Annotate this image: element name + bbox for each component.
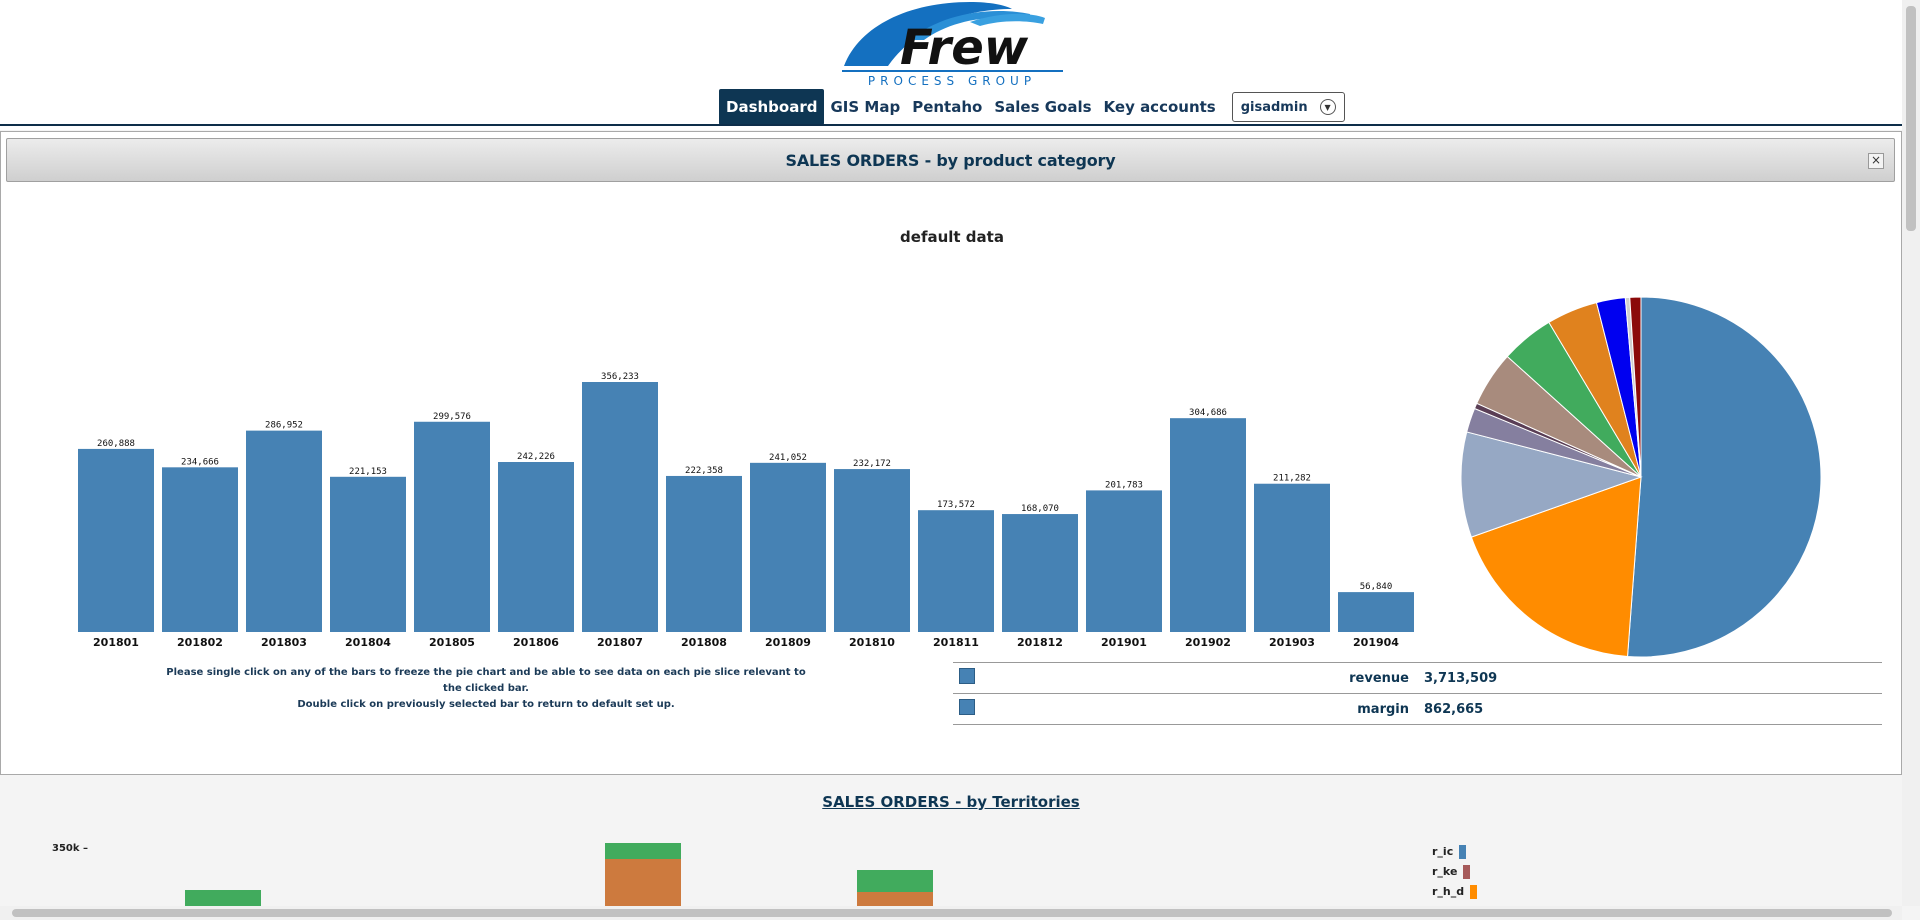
bar-value-label: 260,888 (97, 439, 135, 449)
bar-201804[interactable] (330, 476, 406, 632)
bar-value-label: 168,070 (1021, 504, 1059, 514)
x-tick-label: 201802 (177, 636, 223, 649)
x-tick-label: 201902 (1185, 636, 1231, 649)
territory-legend-item: r_ke (1432, 865, 1471, 879)
bar-value-label: 241,052 (769, 453, 807, 463)
nav-sales-goals[interactable]: Sales Goals (988, 89, 1097, 125)
header-divider (0, 124, 1902, 126)
x-tick-label: 201804 (345, 636, 391, 649)
legend-swatch (959, 668, 975, 684)
main-nav: Dashboard GIS Map Pentaho Sales Goals Ke… (719, 89, 1345, 125)
bar-value-label: 56,840 (1360, 582, 1393, 592)
territory-bar[interactable] (857, 870, 933, 892)
legend-row-revenue: revenue 3,713,509 (953, 662, 1882, 694)
x-tick-label: 201810 (849, 636, 895, 649)
territory-bar[interactable] (857, 892, 933, 906)
x-tick-label: 201903 (1269, 636, 1315, 649)
bar-value-label: 299,576 (433, 412, 471, 422)
frew-logo[interactable]: Frew PROCESS GROUP (840, 0, 1065, 90)
instruction-line-1: Please single click on any of the bars t… (166, 667, 806, 694)
x-tick-label: 201809 (765, 636, 811, 649)
vertical-scrollbar[interactable] (1902, 0, 1920, 906)
legend-row-margin: margin 862,665 (953, 693, 1882, 725)
legend-label: revenue (988, 662, 1423, 694)
sales-by-category-panel: SALES ORDERS - by product category × def… (0, 131, 1902, 775)
instruction-line-2: Double click on previously selected bar … (297, 699, 675, 710)
pie-chart (1460, 296, 1822, 658)
bar-201812[interactable] (1002, 514, 1078, 632)
user-name: gisadmin (1240, 99, 1308, 115)
nav-key-accounts[interactable]: Key accounts (1098, 89, 1222, 125)
territories-title[interactable]: SALES ORDERS - by Territories (0, 793, 1902, 811)
x-tick-label: 201803 (261, 636, 307, 649)
horizontal-scrollbar[interactable] (0, 906, 1902, 920)
x-tick-label: 201807 (597, 636, 643, 649)
bar-201801[interactable] (78, 448, 154, 632)
x-tick-label: 201811 (933, 636, 979, 649)
bar-value-label: 356,233 (601, 372, 639, 382)
territory-bar[interactable] (185, 890, 261, 906)
scroll-thumb[interactable] (12, 909, 1892, 917)
close-icon[interactable]: × (1868, 153, 1884, 169)
bar-201802[interactable] (162, 467, 238, 632)
bar-201810[interactable] (834, 469, 910, 632)
x-tick-label: 201904 (1353, 636, 1399, 649)
scroll-thumb[interactable] (1906, 6, 1916, 231)
bar-201806[interactable] (498, 462, 574, 632)
territory-bar[interactable] (605, 859, 681, 906)
bar-201904[interactable] (1338, 592, 1414, 632)
legend-value: 862,665 (1423, 693, 1882, 725)
value-legend: revenue 3,713,509 margin 862,665 (953, 662, 1882, 725)
x-tick-label: 201806 (513, 636, 559, 649)
x-tick-label: 201901 (1101, 636, 1147, 649)
legend-value: 3,713,509 (1423, 662, 1882, 694)
bar-201903[interactable] (1254, 483, 1330, 632)
legend-label: margin (988, 693, 1423, 725)
logo-brand: Frew (900, 20, 1029, 76)
pie-slice-0[interactable] (1626, 296, 1822, 658)
bar-value-label: 173,572 (937, 500, 975, 510)
bar-value-label: 232,172 (853, 459, 891, 469)
bar-201808[interactable] (666, 475, 742, 632)
bar-value-label: 304,686 (1189, 408, 1227, 418)
territories-axis-label: 350k – (52, 843, 89, 854)
chevron-down-icon: ▼ (1319, 99, 1336, 115)
user-dropdown[interactable]: gisadmin ▼ (1231, 92, 1345, 122)
logo-tagline: PROCESS GROUP (868, 74, 1036, 88)
x-tick-label: 201805 (429, 636, 475, 649)
x-tick-label: 201808 (681, 636, 727, 649)
bar-value-label: 201,783 (1105, 480, 1143, 490)
bar-201811[interactable] (918, 510, 994, 632)
bar-201803[interactable] (246, 430, 322, 632)
bar-value-label: 242,226 (517, 452, 555, 462)
x-tick-label: 201812 (1017, 636, 1063, 649)
bar-chart: 260,888 201801 234,666 201802 286,952 201803 2… (78, 372, 1414, 649)
chart-instructions: Please single click on any of the bars t… (161, 665, 811, 713)
bar-201805[interactable] (414, 421, 490, 632)
legend-swatch (959, 699, 975, 715)
nav-dashboard[interactable]: Dashboard (719, 89, 825, 125)
territory-bar[interactable] (605, 843, 681, 859)
bar-201807[interactable] (582, 382, 658, 632)
bar-value-label: 286,952 (265, 421, 303, 431)
top-header: Frew PROCESS GROUP Dashboard GIS Map Pen… (0, 0, 1902, 130)
territory-legend-item: r_ic (1432, 845, 1467, 859)
bar-201809[interactable] (750, 462, 826, 632)
nav-pentaho[interactable]: Pentaho (906, 89, 988, 125)
x-tick-label: 201801 (93, 636, 139, 649)
bar-201901[interactable] (1086, 490, 1162, 632)
bar-value-label: 211,282 (1273, 474, 1311, 484)
bar-value-label: 234,666 (181, 457, 219, 467)
territory-legend-item: r_h_d (1432, 885, 1478, 899)
bar-value-label: 221,153 (349, 467, 387, 477)
bar-value-label: 222,358 (685, 466, 723, 476)
nav-gis-map[interactable]: GIS Map (824, 89, 906, 125)
bar-201902[interactable] (1170, 418, 1246, 632)
